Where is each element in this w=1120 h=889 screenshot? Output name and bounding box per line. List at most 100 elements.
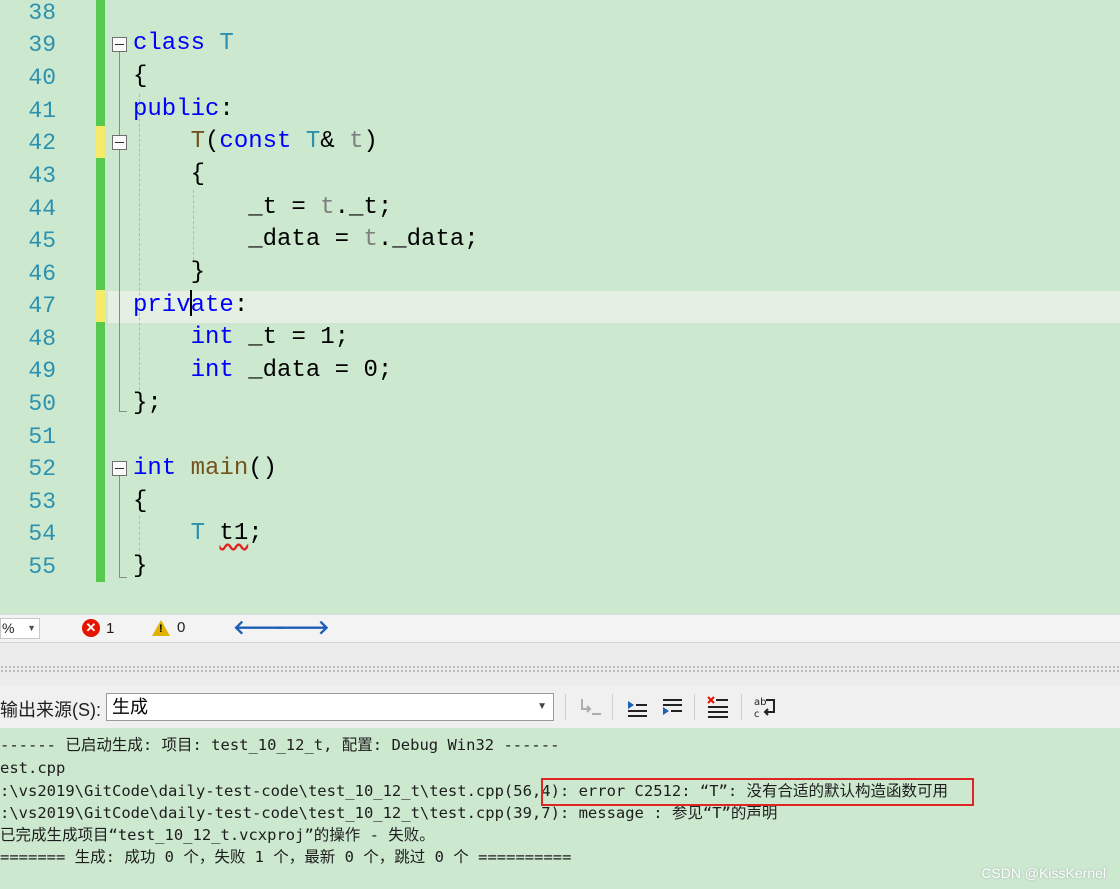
outline-line bbox=[119, 52, 120, 412]
punct: } bbox=[190, 259, 206, 286]
line-number: 49 bbox=[28, 358, 56, 384]
toolbar-separator bbox=[612, 694, 613, 720]
panel-splitter[interactable] bbox=[0, 642, 1120, 687]
toggle-word-wrap-button[interactable]: ab c bbox=[753, 695, 777, 720]
outline-end bbox=[119, 411, 127, 412]
outline-end bbox=[119, 577, 127, 578]
watermark: CSDN @KissKernel bbox=[981, 865, 1106, 881]
toolbar-separator bbox=[565, 694, 566, 720]
code-text: _t = 1; bbox=[233, 324, 350, 351]
error-highlight-box bbox=[541, 778, 974, 806]
code-line-43: { bbox=[133, 159, 205, 191]
next-message-icon bbox=[663, 699, 682, 715]
next-message-button[interactable] bbox=[660, 695, 684, 719]
type-name: T bbox=[190, 520, 206, 547]
zoom-value: % bbox=[2, 620, 15, 636]
warning-count-indicator[interactable]: ! 0 bbox=[152, 619, 185, 636]
line-number: 53 bbox=[28, 489, 56, 515]
line-number: 50 bbox=[28, 391, 56, 417]
change-indicator-unsaved bbox=[96, 290, 105, 322]
current-line-highlight bbox=[108, 290, 1120, 324]
parameter: t bbox=[320, 194, 335, 221]
zoom-dropdown[interactable]: % ▼ bbox=[0, 618, 40, 639]
output-line: 已完成生成项目“test_10_12_t.vcxproj”的操作 - 失败。 bbox=[0, 826, 435, 844]
editor-status-bar: % ▼ ✕ 1 ! 0 🡐 🡒 bbox=[0, 614, 1120, 643]
code-editor[interactable]: 38 39 40 41 42 43 44 45 46 47 48 49 50 5… bbox=[0, 0, 1120, 614]
chevron-down-icon: ▼ bbox=[27, 623, 36, 633]
punct: { bbox=[133, 488, 148, 515]
code-line-54: T t1; bbox=[133, 518, 263, 550]
code-line-41: public: bbox=[133, 94, 234, 126]
code-line-39: class T bbox=[133, 28, 234, 60]
error-squiggle-variable[interactable]: t1 bbox=[219, 520, 248, 547]
error-count: 1 bbox=[106, 619, 115, 637]
code-line-42: T(const T& t) bbox=[133, 126, 378, 158]
code-line-50: }; bbox=[133, 388, 162, 420]
parameter: t bbox=[349, 128, 364, 155]
line-number: 52 bbox=[28, 456, 56, 482]
output-source-label: 输出来源(S): bbox=[0, 700, 101, 720]
output-line-summary: ======= 生成: 成功 0 个，失败 1 个，最新 0 个，跳过 0 个 … bbox=[0, 848, 572, 866]
toolbar-separator bbox=[694, 694, 695, 720]
line-number: 45 bbox=[28, 228, 56, 254]
punct: : bbox=[233, 292, 249, 319]
code-line-48: int _t = 1; bbox=[133, 322, 349, 354]
code-text: _data = bbox=[248, 226, 364, 253]
line-number: 48 bbox=[28, 326, 56, 352]
code-line-55: } bbox=[133, 551, 147, 583]
code-line-49: int _data = 0; bbox=[133, 355, 393, 387]
keyword: int bbox=[190, 324, 234, 351]
code-text: ._t; bbox=[334, 194, 393, 221]
chevron-down-icon: ▼ bbox=[537, 701, 547, 712]
code-text: _t = bbox=[248, 194, 321, 221]
keyword: const bbox=[219, 128, 292, 155]
punct: { bbox=[133, 63, 148, 90]
error-count-indicator[interactable]: ✕ 1 bbox=[82, 619, 114, 637]
code-line-47: private: bbox=[133, 290, 248, 322]
splitter-grip bbox=[0, 665, 1120, 673]
word-wrap-icon: abc bbox=[754, 697, 775, 720]
clear-all-button[interactable] bbox=[706, 695, 730, 719]
goto-code-icon bbox=[581, 699, 601, 715]
keyword: priv bbox=[133, 292, 191, 319]
punct: ; bbox=[248, 520, 263, 547]
parameter: t bbox=[363, 226, 378, 253]
punct: () bbox=[248, 455, 278, 482]
line-number: 54 bbox=[28, 521, 56, 547]
navigate-forward-button[interactable]: 🡒 bbox=[276, 617, 330, 639]
change-indicator-unsaved bbox=[96, 126, 105, 158]
line-number: 43 bbox=[28, 163, 56, 189]
line-number: 47 bbox=[28, 293, 56, 319]
toolbar-separator bbox=[741, 694, 742, 720]
previous-message-button[interactable] bbox=[625, 695, 649, 719]
find-message-in-code-button[interactable] bbox=[578, 695, 602, 719]
line-number: 44 bbox=[28, 196, 56, 222]
svg-text:ab: ab bbox=[754, 697, 766, 708]
output-source-select[interactable]: 生成 ▼ bbox=[106, 693, 554, 721]
type-name: T bbox=[305, 128, 321, 155]
change-indicator-saved bbox=[96, 158, 105, 290]
line-number: 51 bbox=[28, 424, 56, 450]
clear-all-icon bbox=[707, 696, 728, 718]
punct: } bbox=[133, 553, 148, 580]
line-number: 40 bbox=[28, 65, 56, 91]
code-text: ._data; bbox=[377, 226, 479, 253]
output-line: est.cpp bbox=[0, 759, 66, 777]
punct: ) bbox=[363, 128, 378, 155]
function-name: main bbox=[190, 455, 249, 482]
collapse-main-button[interactable] bbox=[112, 461, 127, 476]
keyword: int bbox=[133, 455, 177, 482]
keyword: class bbox=[133, 30, 206, 57]
keyword: int bbox=[190, 357, 234, 384]
keyword: ate bbox=[190, 292, 234, 319]
type-name: T bbox=[219, 30, 234, 57]
code-line-40: { bbox=[133, 61, 147, 93]
change-indicator-saved bbox=[96, 0, 105, 126]
code-text: _data = 0; bbox=[233, 357, 393, 384]
svg-text:c: c bbox=[754, 709, 760, 719]
output-pane[interactable]: ------ 已启动生成: 项目: test_10_12_t, 配置: Debu… bbox=[0, 728, 1120, 889]
collapse-constructor-button[interactable] bbox=[112, 135, 127, 150]
collapse-class-button[interactable] bbox=[112, 37, 127, 52]
line-number: 39 bbox=[28, 32, 56, 58]
code-line-46: } bbox=[133, 257, 205, 289]
